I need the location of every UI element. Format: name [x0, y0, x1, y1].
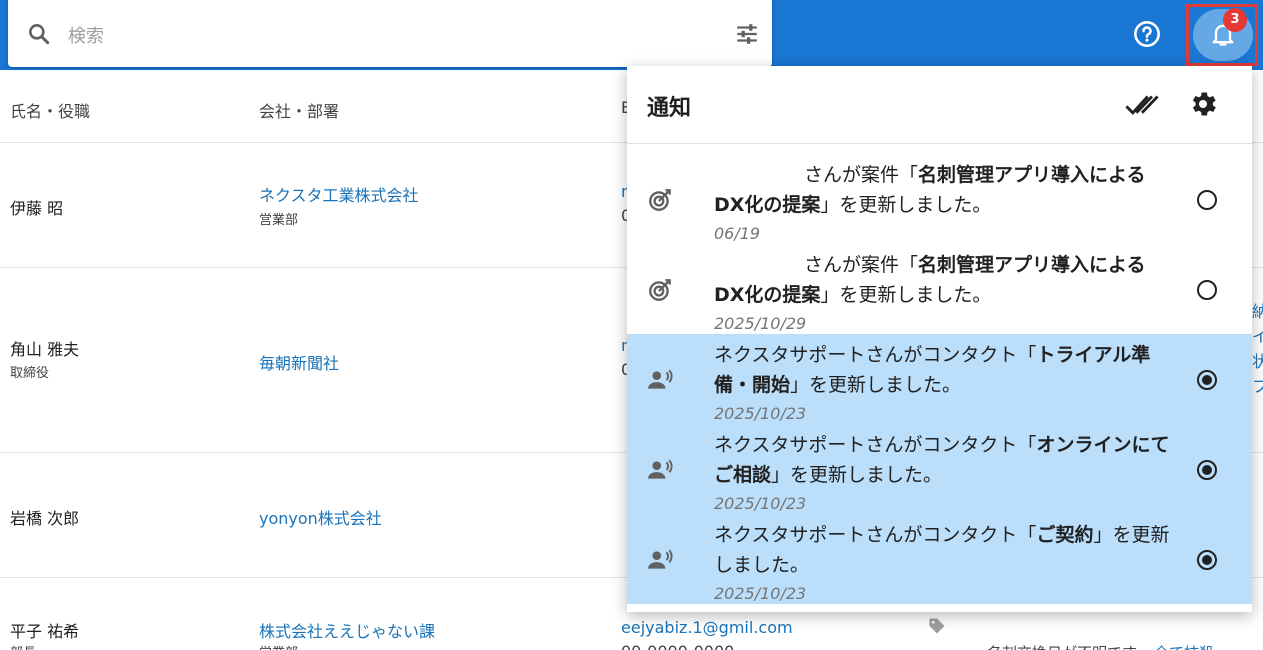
help-icon[interactable]: [1133, 20, 1161, 48]
search-bar[interactable]: 検索: [8, 0, 772, 67]
company-link[interactable]: 毎朝新聞社: [259, 350, 339, 374]
notification-date: 2025/10/29: [714, 314, 807, 333]
column-name[interactable]: 氏名・役職: [10, 98, 90, 122]
contact-voice-icon: [648, 459, 673, 479]
target-icon: [649, 189, 671, 211]
notification-item[interactable]: さんが案件「名刺管理アプリ導入による DX化の提案」を更新しました。 2025/…: [627, 244, 1252, 334]
target-icon: [649, 279, 671, 301]
notification-item[interactable]: ネクスタサポートさんがコンタクト「トライアル準備・開始」を更新しました。 202…: [627, 334, 1252, 424]
company-link[interactable]: yonyon株式会社: [259, 505, 382, 529]
contact-voice-icon: [648, 369, 673, 389]
contact-role: 部長: [10, 642, 36, 650]
column-company[interactable]: 会社・部署: [259, 98, 339, 122]
department: 営業部: [259, 642, 298, 650]
tag-icon: [929, 618, 945, 634]
notification-text: ネクスタサポートさんがコンタクト「ご契約」を更新しました。: [714, 524, 1170, 576]
notification-item[interactable]: ネクスタサポートさんがコンタクト「ご契約」を更新しました。 2025/10/23: [627, 514, 1252, 604]
notification-date: 2025/10/23: [714, 404, 807, 423]
notification-badge: 3: [1223, 8, 1247, 32]
note-fragment[interactable]: イ: [1252, 323, 1263, 347]
email-link[interactable]: eejyabiz.1@gmil.com: [621, 618, 793, 637]
contact-name: 岩橋 次郎: [10, 509, 80, 528]
contact-name: 平子 祐希: [10, 622, 80, 641]
note-fragment[interactable]: 納: [1252, 298, 1263, 322]
notification-date: 2025/10/23: [714, 584, 807, 603]
notification-text: さんが案件「名刺管理アプリ導入による DX化の提案」を更新しました。: [714, 254, 1146, 306]
notification-title: 通知: [647, 96, 692, 121]
notification-text: ネクスタサポートさんがコンタクト「トライアル準備・開始」を更新しました。: [714, 344, 1151, 396]
double-check-icon[interactable]: [1125, 88, 1159, 122]
gear-icon[interactable]: [1187, 88, 1219, 120]
notification-panel: 通知 さんが案件「名刺管理アプリ導入による DX化の提案」を更新しました。 06…: [627, 66, 1252, 612]
company-link[interactable]: 株式会社ええじゃない課: [259, 618, 435, 642]
read-status-toggle[interactable]: [1197, 280, 1217, 300]
read-status-toggle[interactable]: [1197, 370, 1217, 390]
contact-role: 取締役: [10, 366, 50, 381]
note-fragment[interactable]: 状: [1252, 348, 1263, 372]
note-fragment[interactable]: フ: [1252, 373, 1263, 397]
search-input[interactable]: 検索: [68, 22, 104, 48]
notification-header: 通知: [627, 66, 1252, 144]
contact-name: 角山 雅夫: [10, 340, 80, 359]
read-status-toggle[interactable]: [1197, 190, 1217, 210]
notification-date: 2025/10/23: [714, 494, 807, 513]
read-status-toggle[interactable]: [1197, 460, 1217, 480]
contact-voice-icon: [648, 549, 673, 569]
phone-number: 00-0000-0000: [621, 642, 734, 650]
notification-item[interactable]: さんが案件「名刺管理アプリ導入による DX化の提案」を更新しました。 06/19: [627, 154, 1252, 244]
search-icon: [29, 24, 50, 45]
notification-date: 06/19: [714, 224, 761, 243]
notification-item[interactable]: ネクスタサポートさんがコンタクト「オンラインにてご相談」を更新しました。 202…: [627, 424, 1252, 514]
read-status-toggle[interactable]: [1197, 550, 1217, 570]
contact-name: 伊藤 昭: [10, 199, 64, 218]
company-link[interactable]: ネクスタ工業株式会社: [259, 182, 419, 206]
notification-text: さんが案件「名刺管理アプリ導入による DX化の提案」を更新しました。: [714, 164, 1146, 216]
tune-icon[interactable]: [734, 21, 760, 47]
notification-text: ネクスタサポートさんがコンタクト「オンラインにてご相談」を更新しました。: [714, 434, 1170, 486]
department: 営業部: [259, 213, 299, 228]
note-link[interactable]: 全て抹殺: [1154, 642, 1214, 650]
exchange-note: 名刺交換日が不明です: [987, 642, 1137, 650]
